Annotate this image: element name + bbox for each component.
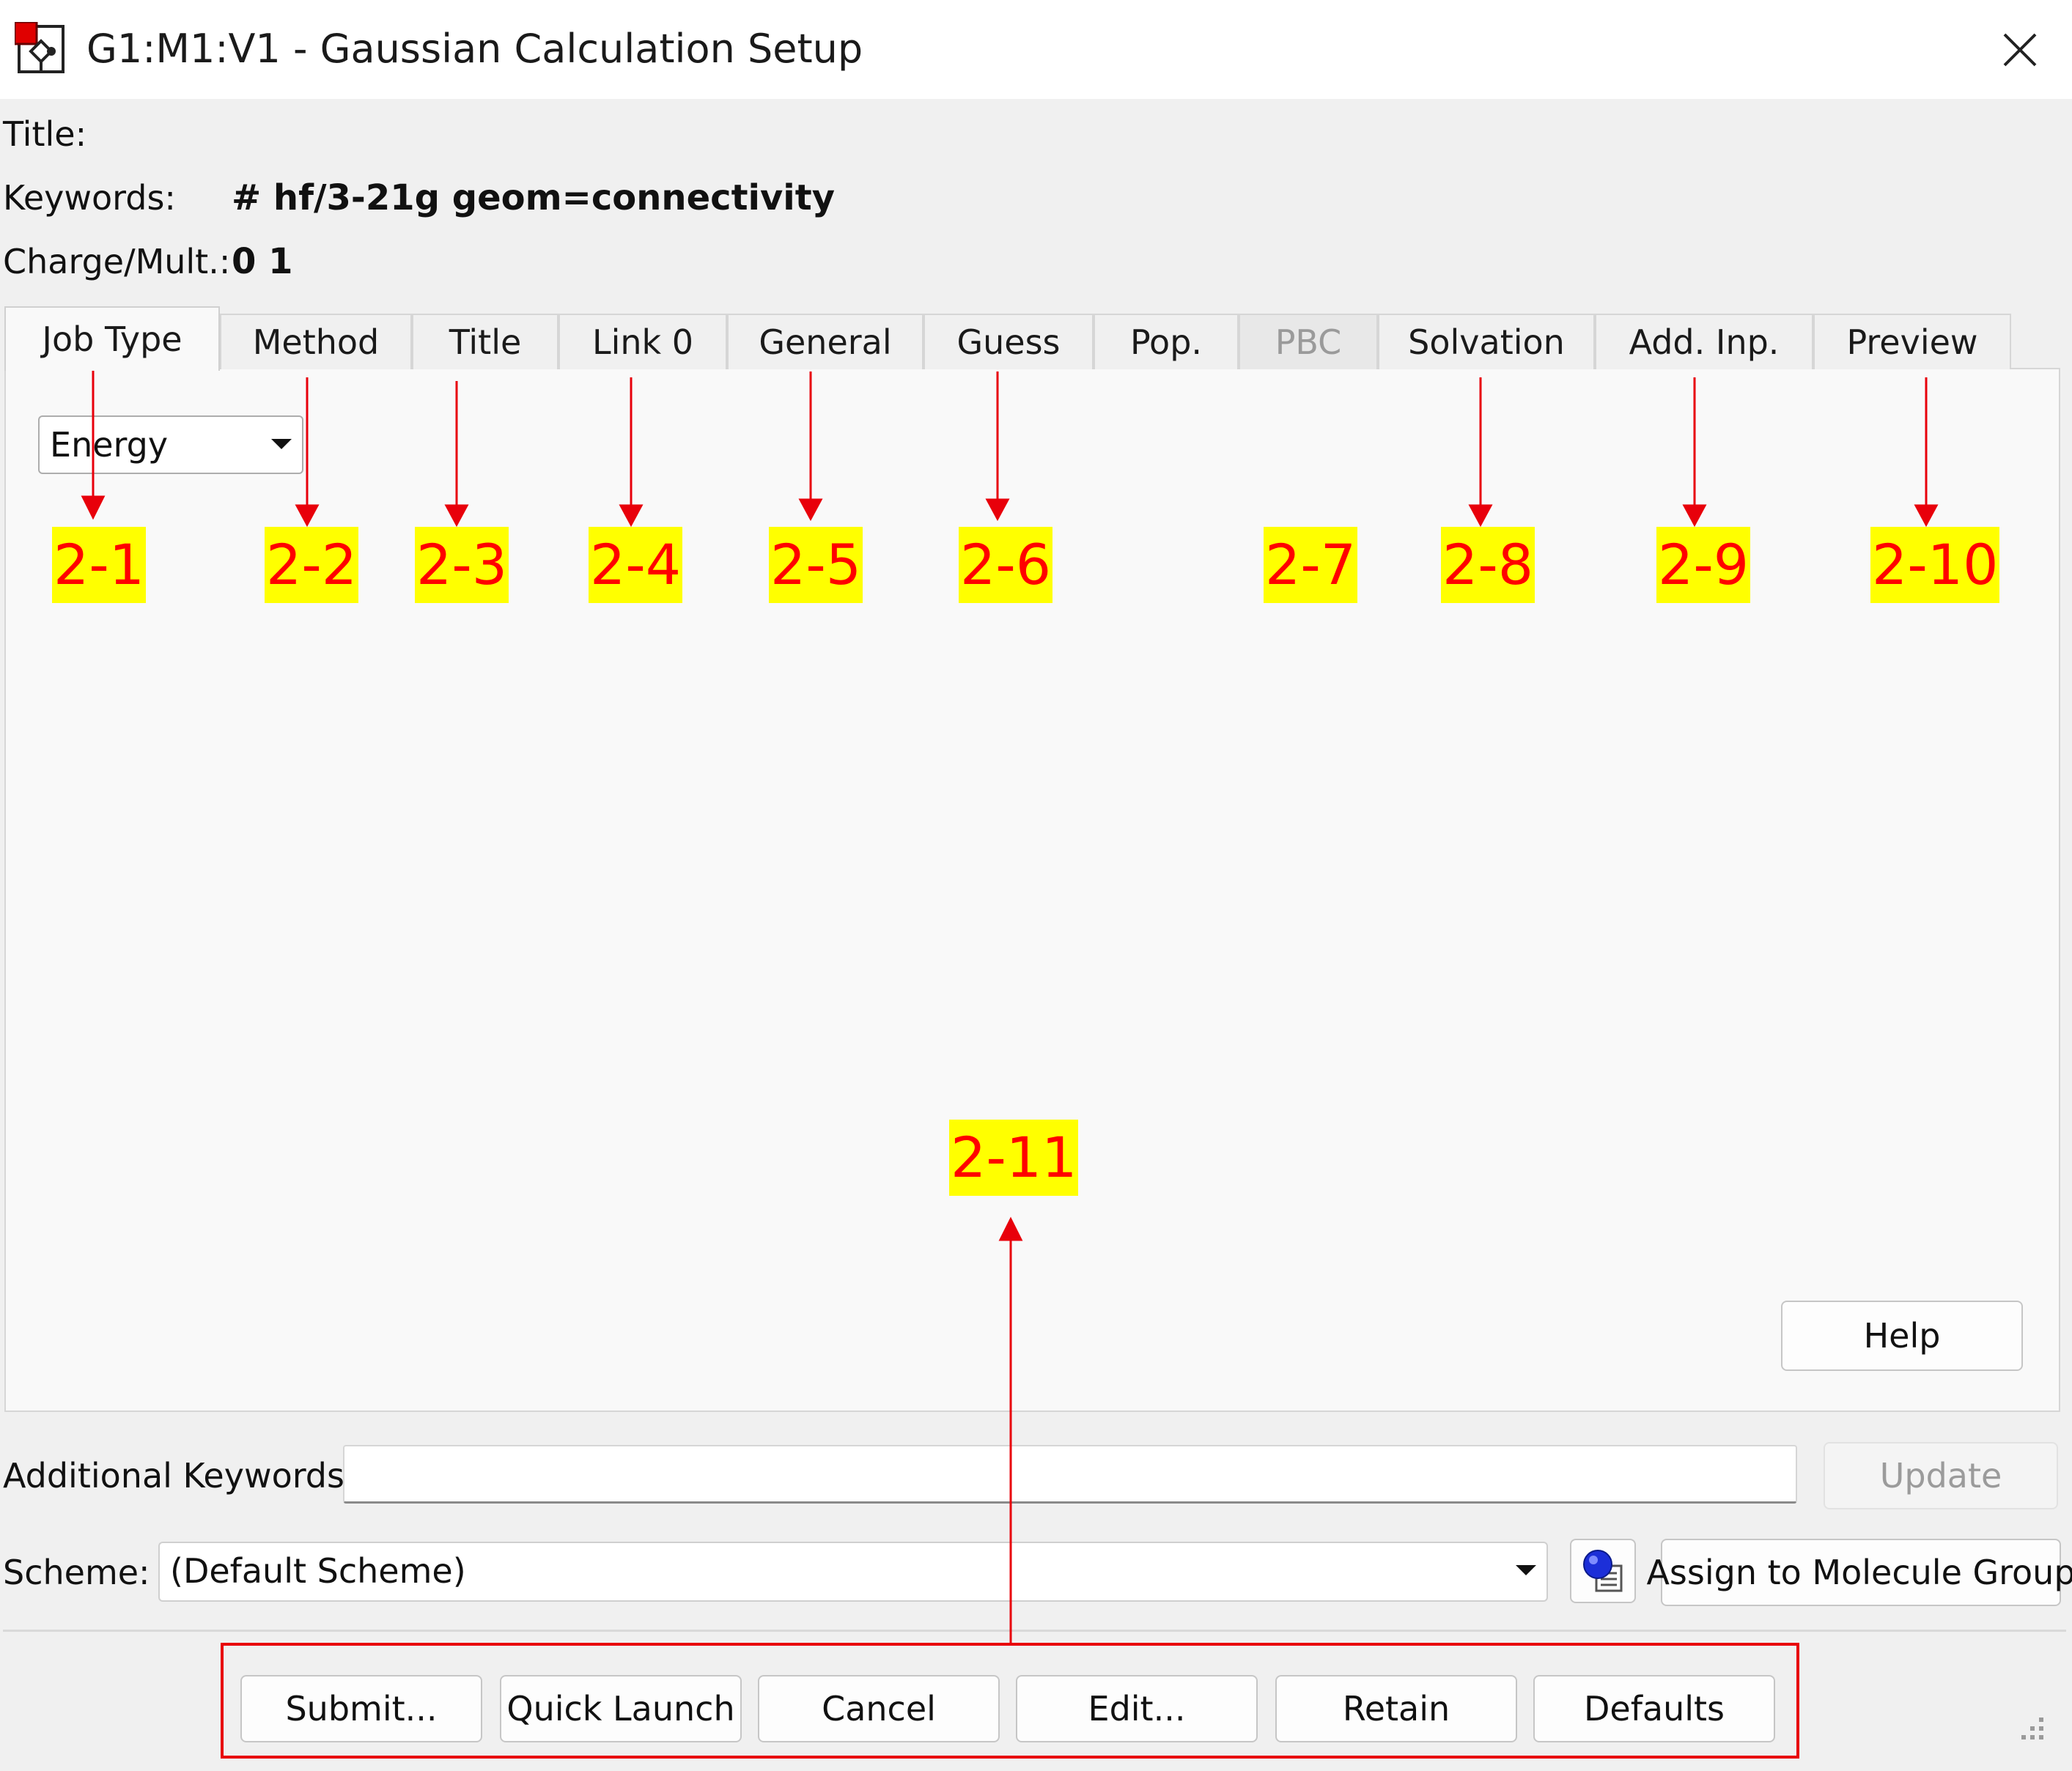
- cancel-button[interactable]: Cancel: [758, 1675, 1000, 1742]
- title-label: Title:: [3, 114, 87, 154]
- annotation-label-2-2: 2-2: [265, 527, 359, 603]
- assign-button-label: Assign to Molecule Group: [1646, 1553, 2072, 1592]
- annotation-label-2-11: 2-11: [949, 1120, 1079, 1196]
- tab-preview[interactable]: Preview: [1813, 314, 2011, 369]
- annotation-label-2-5: 2-5: [769, 527, 863, 603]
- tab-pbc: PBC: [1239, 314, 1378, 369]
- submit-button[interactable]: Submit...: [240, 1675, 482, 1742]
- tab-method[interactable]: Method: [220, 314, 412, 369]
- tab-label: Title: [449, 322, 522, 362]
- scheme-manager-button[interactable]: [1570, 1539, 1636, 1603]
- assign-to-molecule-group-button[interactable]: Assign to Molecule Group: [1646, 1539, 2072, 1606]
- submit-button-label: Submit...: [285, 1689, 438, 1729]
- additional-keywords-label: Additional Keywords:: [3, 1456, 356, 1495]
- job-type-selected: Energy: [50, 425, 169, 465]
- annotation-label-2-10: 2-10: [1870, 527, 2000, 603]
- additional-keywords-input[interactable]: [343, 1445, 1797, 1504]
- defaults-button[interactable]: Defaults: [1533, 1675, 1775, 1742]
- annotation-label-2-4: 2-4: [589, 527, 683, 603]
- tab-label: Pop.: [1129, 322, 1203, 362]
- annotation-label-2-1: 2-1: [52, 527, 147, 603]
- tab-label: PBC: [1275, 322, 1342, 362]
- tab-label: Solvation: [1408, 322, 1565, 362]
- retain-button[interactable]: Retain: [1275, 1675, 1517, 1742]
- tab-guess[interactable]: Guess: [923, 314, 1094, 369]
- tab-job-type[interactable]: Job Type: [4, 306, 220, 371]
- tab-label: Job Type: [42, 319, 183, 359]
- update-button: Update: [1824, 1442, 2058, 1509]
- keywords-label: Keywords:: [3, 178, 176, 218]
- tab-pop[interactable]: Pop.: [1094, 314, 1239, 369]
- gaussview-app-icon: [13, 21, 69, 76]
- tab-label: Add. Inp.: [1629, 322, 1780, 362]
- quick-launch-button-label: Quick Launch: [506, 1689, 735, 1729]
- tab-solvation[interactable]: Solvation: [1378, 314, 1595, 369]
- resize-grip-icon[interactable]: [2017, 1713, 2046, 1742]
- molecule-scheme-icon: [1583, 1550, 1623, 1592]
- close-button[interactable]: [1983, 13, 2057, 86]
- tab-add-inp[interactable]: Add. Inp.: [1595, 314, 1813, 369]
- retain-button-label: Retain: [1342, 1689, 1450, 1729]
- defaults-button-label: Defaults: [1583, 1689, 1725, 1729]
- tab-label: General: [759, 322, 892, 362]
- tab-label: Link 0: [591, 322, 694, 362]
- cancel-button-label: Cancel: [822, 1689, 936, 1729]
- scheme-label: Scheme:: [3, 1553, 150, 1592]
- annotation-label-2-3: 2-3: [415, 527, 509, 603]
- annotation-label-2-6: 2-6: [959, 527, 1053, 603]
- update-button-label: Update: [1879, 1456, 2002, 1495]
- tab-label: Method: [252, 322, 380, 362]
- scheme-selected: (Default Scheme): [170, 1551, 466, 1591]
- annotation-label-2-9: 2-9: [1656, 527, 1751, 603]
- edit-button[interactable]: Edit...: [1016, 1675, 1258, 1742]
- tab-label: Preview: [1846, 322, 1978, 362]
- tab-content-panel: [4, 368, 2060, 1412]
- scheme-dropdown[interactable]: (Default Scheme): [158, 1542, 1548, 1602]
- help-button[interactable]: Help: [1781, 1301, 2023, 1371]
- tab-label: Guess: [956, 322, 1061, 362]
- edit-button-label: Edit...: [1088, 1689, 1186, 1729]
- quick-launch-button[interactable]: Quick Launch: [500, 1675, 742, 1742]
- charge-mult-value: 0 1: [232, 241, 293, 282]
- close-icon: [2003, 33, 2037, 67]
- window-title: G1:M1:V1 - Gaussian Calculation Setup: [86, 26, 863, 72]
- chevron-down-icon: [271, 439, 292, 449]
- keywords-value: # hf/3-21g geom=connectivity: [232, 177, 835, 218]
- annotation-label-2-8: 2-8: [1441, 527, 1535, 603]
- annotation-label-2-7: 2-7: [1264, 527, 1358, 603]
- help-button-label: Help: [1863, 1316, 1941, 1356]
- job-type-dropdown[interactable]: Energy: [38, 415, 303, 474]
- chevron-down-icon: [1516, 1565, 1536, 1575]
- charge-mult-label: Charge/Mult.:: [3, 242, 231, 281]
- tab-title[interactable]: Title: [412, 314, 558, 369]
- tab-link0[interactable]: Link 0: [558, 314, 727, 369]
- tab-general[interactable]: General: [727, 314, 923, 369]
- footer-separator: [3, 1630, 2066, 1632]
